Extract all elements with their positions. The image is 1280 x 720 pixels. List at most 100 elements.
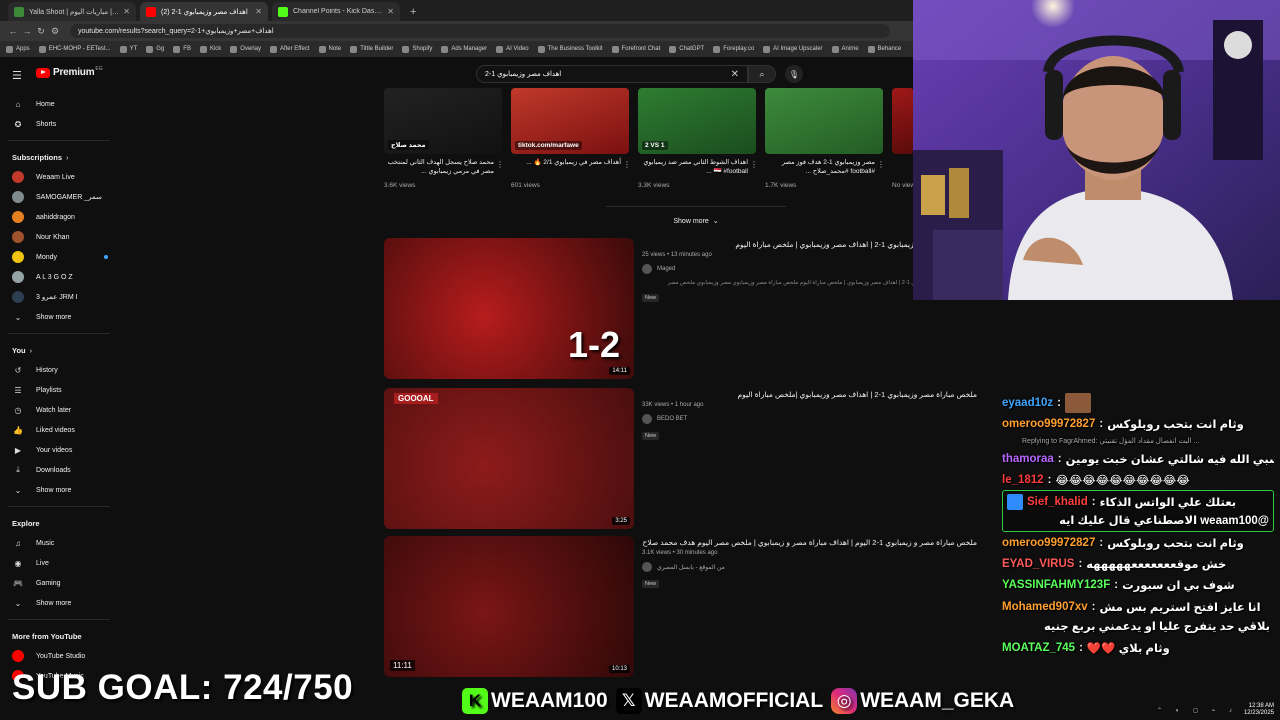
bookmark-item[interactable]: Shopify [402,45,432,53]
bookmark-item[interactable]: Note [318,45,341,53]
subscription-item[interactable]: aahiddragon [0,207,118,227]
sidebar-item-shorts[interactable]: ✪ Shorts [0,114,118,134]
logo-text: Premium [53,67,95,78]
sidebar-show-more[interactable]: ⌄ Show more [0,307,118,327]
bookmark-item[interactable]: Apps [6,45,30,53]
sidebar-show-more[interactable]: ⌄ Show more [0,593,118,613]
chat-username[interactable]: YASSINFAHMY123F [1002,579,1110,591]
clock[interactable]: 12:38 AM 12/23/2025 [1244,703,1274,717]
menu-icon[interactable]: ☰ [12,69,22,82]
sidebar-item-gaming[interactable]: 🎮 Gaming [0,573,118,593]
bookmark-item[interactable]: Overlay [230,45,261,53]
chat-username[interactable]: EYAD_VIRUS [1002,558,1074,570]
short-title[interactable]: محمد صلاح يسجل الهدف الثاني لمنتخب مصر ف… [384,158,494,176]
search-input[interactable]: اهداف مصر وزيمبابوي 1-2 ✕ [476,65,748,83]
chat-username[interactable]: eyaad10z [1002,397,1053,409]
site-info-icon[interactable]: ⚙ [48,26,62,37]
subscription-item[interactable]: SAMOGAMER _سمر [0,187,118,207]
back-icon[interactable]: ← [6,26,20,36]
bookmark-item[interactable]: EHC-MOHP - EETest... [38,45,111,53]
sidebar-item-watch-later[interactable]: ◷ Watch later [0,400,118,420]
video-thumbnail[interactable]: 11:11 10:13 [384,536,634,677]
video-thumbnail[interactable]: 1-2 14:11 [384,238,634,379]
video-result[interactable]: 1-214:11ملخص مباراة مصر وزيمبابوي 1-2 | … [384,238,984,380]
url-field[interactable]: youtube.com/results?search_query=اهداف+م… [70,24,890,38]
bookmark-item[interactable]: YT [119,45,137,53]
short-title[interactable]: أهداف مصر في زيمبابوي 2/1 🔥 ... [511,158,621,167]
sidebar-item-your-videos[interactable]: ▶ Your videos [0,440,118,460]
video-result[interactable]: 11:11 10:13 ملخص مباراة مصر و زيمبابوي 1-2… [384,536,984,678]
browser-tab[interactable]: Channel Points - Kick Dashboard ✕ [272,2,400,21]
bookmark-item[interactable]: AI Image Upscaler [763,45,823,53]
sidebar-item-liked-videos[interactable]: 👍 Liked videos [0,420,118,440]
youtube-logo[interactable]: Premium EG [36,66,103,78]
chevron-down-icon: ⌄ [14,485,22,495]
short-thumbnail[interactable] [765,88,883,154]
video-result[interactable]: GOOOAL 3:25 ملخص مباراة مصر وزيمبابوي 1-2 … [384,388,984,530]
subscription-item[interactable]: Weaam Live [0,167,118,187]
tab-close-icon[interactable]: ✕ [387,7,394,16]
short-thumbnail[interactable]: tiktok.com/marfawe [511,88,629,154]
video-channel[interactable]: BEDO BET [642,414,977,424]
short-thumbnail[interactable]: 2 VS 1 [638,88,756,154]
more-options-icon[interactable]: ⋮ [496,160,504,169]
sidebar-item-music[interactable]: ♫ Music [0,533,118,553]
tab-close-icon[interactable]: ✕ [255,7,262,16]
bookmark-item[interactable]: Gg [146,45,164,53]
bookmark-item[interactable]: Anime [831,45,859,53]
more-options-icon[interactable]: ⋮ [750,160,758,169]
bookmark-item[interactable]: AI Video [496,45,529,53]
clear-search-icon[interactable]: ✕ [731,69,739,80]
short-title[interactable]: مصر وزيمبابوي 1-2 هدف فوز مصر #football … [765,158,875,176]
voice-search-button[interactable]: 🎙 [785,65,803,83]
subscription-item[interactable]: Nour Khan [0,227,118,247]
chat-username[interactable]: omeroo99972827 [1002,537,1095,549]
video-channel[interactable]: من الموقع - بابسل المصري [642,562,977,572]
sidebar-item-live[interactable]: ◉ Live [0,553,118,573]
forward-icon[interactable]: → [20,26,34,36]
sidebar-item-downloads[interactable]: ⤓ Downloads [0,460,118,480]
search-button[interactable]: ⌕ [748,65,776,83]
sidebar-show-more[interactable]: ⌄ Show more [0,480,118,500]
browser-tab[interactable]: اهداف مصر وزيمبابوي 1-2 (2) ✕ [140,2,268,21]
video-thumbnail[interactable]: GOOOAL 3:25 [384,388,634,529]
chat-username[interactable]: omeroo99972827 [1002,418,1095,430]
bookmark-item[interactable]: Tittle Builder [350,45,393,53]
bookmark-item[interactable]: Behance [867,45,901,53]
chat-username[interactable]: MOATAZ_745 [1002,642,1075,654]
more-options-icon[interactable]: ⋮ [877,160,885,169]
bookmark-item[interactable]: Ads Manager [441,45,487,53]
bookmark-item[interactable]: The Business Toolkit [537,45,603,53]
subscriptions-header[interactable]: Subscriptions › [0,147,118,167]
subscription-item[interactable]: 3 عمرو JRM I [0,287,118,307]
chat-username[interactable]: Sief_khalid [1027,496,1088,508]
you-header[interactable]: You › [0,340,118,360]
more-item[interactable]: YouTube Studio [0,646,118,666]
chat-username[interactable]: Mohamed907xv [1002,601,1088,613]
more-options-icon[interactable]: ⋮ [623,160,631,169]
new-tab-icon[interactable]: + [404,6,422,21]
tray-icons[interactable]: ⌃ ◐ ◻ ⌁ ♪ [1157,707,1238,714]
chat-username[interactable]: thamoraa [1002,453,1054,465]
bookmark-item[interactable]: Foreplay.co [713,45,754,53]
reload-icon[interactable]: ↻ [34,26,48,37]
bookmark-item[interactable]: Forefront Chat [611,45,660,53]
video-title[interactable]: ملخص مباراة مصر وزيمبابوي 1-2 | اهداف مص… [642,390,977,400]
sidebar-item-home[interactable]: ⌂ Home [0,94,118,114]
bookmark-item[interactable]: Kick [199,45,221,53]
short-thumbnail[interactable]: محمد صلاح [384,88,502,154]
short-title[interactable]: اهداف الشوط الثاني مصر ضد زيمبابوي 🇪🇬 #f… [638,158,748,176]
browser-tab[interactable]: Yalla Shoot | يلا شوت مباشر | مباريات ال… [8,2,136,21]
chat-username[interactable]: le_1812 [1002,474,1044,486]
bookmark-item[interactable]: After Effect [269,45,310,53]
sidebar-item-playlists[interactable]: ☰ Playlists [0,380,118,400]
sidebar-item-history[interactable]: ↺ History [0,360,118,380]
tab-close-icon[interactable]: ✕ [123,7,130,16]
video-title[interactable]: ملخص مباراة مصر و زيمبابوي 1-2 اليوم | ا… [642,538,978,548]
bookmark-item[interactable]: FB [173,45,191,53]
subscription-item[interactable]: A L 3 G O Z [0,267,118,287]
show-more-button[interactable]: Show more ⌄ [606,206,786,225]
short-thumbnail[interactable] [892,88,914,154]
bookmark-item[interactable]: ChatGPT [669,45,704,53]
subscription-item[interactable]: Mondy [0,247,118,267]
